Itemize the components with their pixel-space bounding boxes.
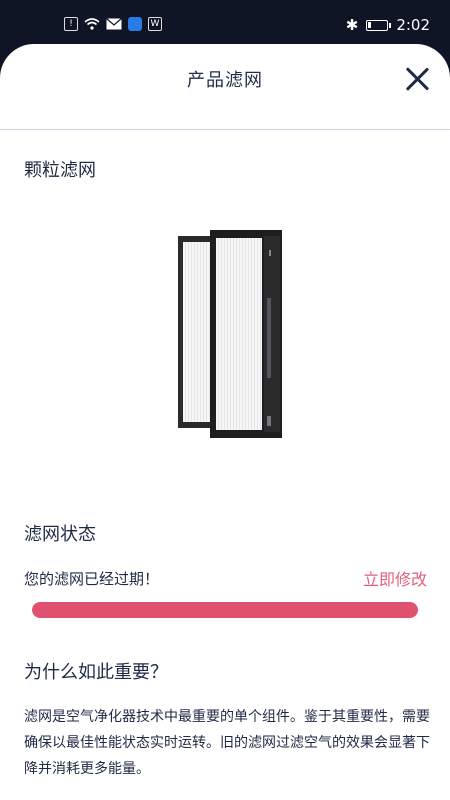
wifi-icon — [84, 18, 100, 30]
browser-icon — [128, 17, 142, 31]
filter-status-message: 您的滤网已经过期！ — [24, 570, 160, 588]
filter-image — [178, 230, 282, 438]
alert-icon: ! — [64, 17, 78, 31]
mail-icon — [106, 18, 122, 30]
filter-sheet: 产品滤网 颗粒滤网 滤网状态 您的滤网已经过期！ 立即修改 为什么如此重要？ 滤… — [0, 44, 450, 800]
filter-type-title: 颗粒滤网 — [24, 160, 96, 181]
status-bar: ! W ✱ 2:02 — [0, 0, 450, 44]
clock: 2:02 — [396, 16, 430, 34]
why-important-title: 为什么如此重要？ — [24, 662, 168, 683]
sheet-header: 产品滤网 — [0, 44, 450, 130]
system-status: ✱ 2:02 — [346, 16, 430, 34]
app-w-icon: W — [148, 17, 162, 31]
filter-status-title: 滤网状态 — [24, 524, 96, 545]
close-button[interactable] — [404, 64, 432, 92]
bluetooth-icon: ✱ — [345, 16, 359, 34]
modify-now-link[interactable]: 立即修改 — [363, 566, 427, 590]
page-title: 产品滤网 — [187, 70, 263, 91]
why-important-description: 滤网是空气净化器技术中最重要的单个组件。鉴于其重要性，需要确保以最佳性能状态实时… — [24, 709, 430, 777]
filter-life-progress-fill — [32, 602, 418, 618]
battery-icon — [366, 19, 392, 31]
filter-life-progress — [32, 602, 418, 618]
notification-icons: ! W — [64, 17, 162, 31]
